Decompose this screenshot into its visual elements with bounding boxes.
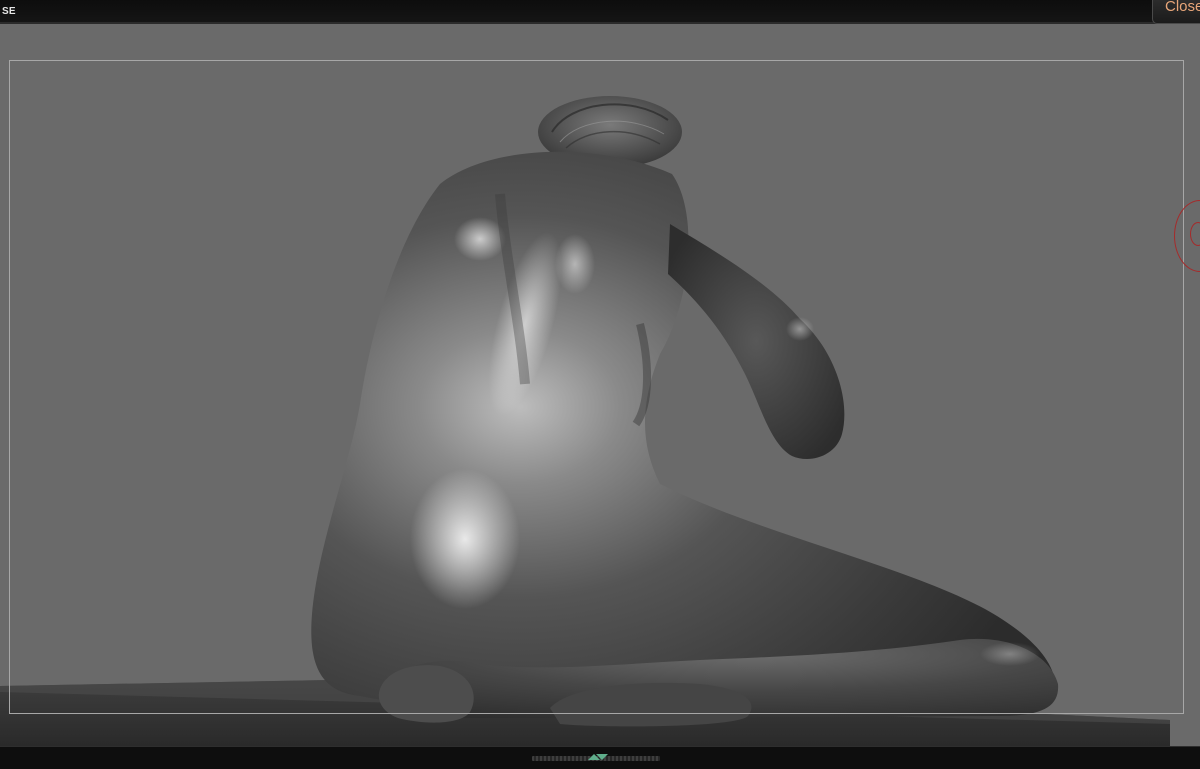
tray-toggle-arrows-icon[interactable] [586,752,610,762]
gizmo-center-icon[interactable] [1190,222,1200,246]
app-label: SE [2,6,16,17]
bottom-tray-bar [0,746,1200,769]
top-menu-bar: SE [0,0,1200,24]
kneeling-figure-sculpture[interactable] [0,24,1200,746]
3d-canvas[interactable] [0,24,1200,746]
close-button[interactable]: Close [1152,0,1200,24]
